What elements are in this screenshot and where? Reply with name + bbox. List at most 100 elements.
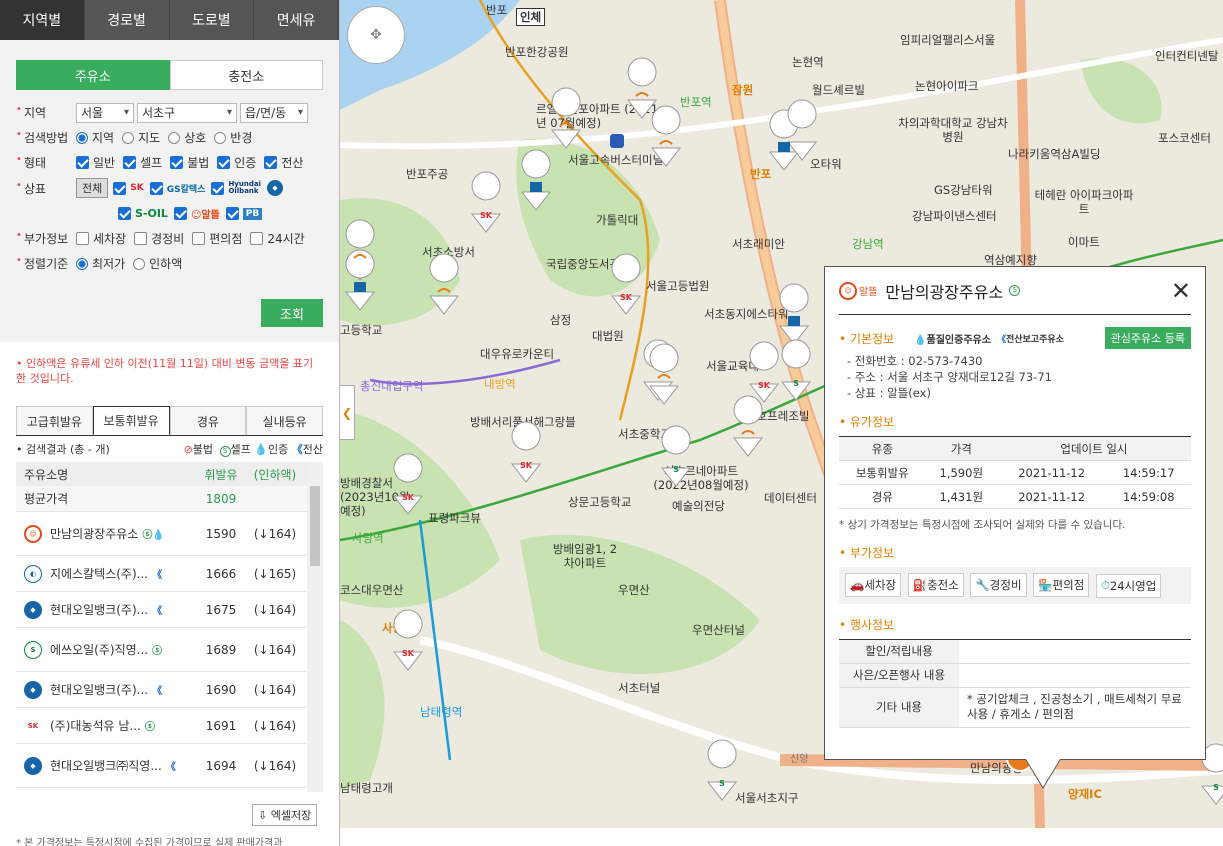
type-illegal[interactable]: 불법 [170, 154, 209, 171]
station-name: 현대오일뱅크(주)... [50, 603, 149, 617]
wrench-icon: 🔧 [975, 578, 990, 592]
tab-regular[interactable]: 보통휘발유 [92, 406, 170, 435]
table-row[interactable]: ◆ 현대오일뱅크㈜직영... 《 1694 (↓164) [16, 744, 323, 788]
close-icon[interactable]: ✕ [1171, 279, 1191, 303]
extra-store[interactable]: 편의점 [192, 230, 242, 247]
excel-icon: ⇩ [258, 809, 268, 822]
soil-logo: S-OIL [135, 207, 168, 220]
price-tabs: 고급휘발유 보통휘발유 경유 실내등유 [16, 406, 323, 436]
table-row[interactable]: ◆현대오일뱅크(주)...《1695(↓164) [16, 788, 323, 792]
search-method-row: 검색방법 지역 지도 상호 반경 [16, 125, 323, 150]
scroll-thumb[interactable] [310, 486, 320, 566]
sort-text: 인하액 [149, 257, 183, 271]
sido-select[interactable]: 서울 [76, 102, 134, 123]
tab-gas-station[interactable]: 주유소 [16, 60, 170, 90]
method-radius[interactable]: 반경 [214, 129, 252, 146]
brand-soil-checkbox[interactable] [118, 207, 131, 220]
extra-24h[interactable]: 24시간 [250, 230, 305, 247]
tab-charging-station[interactable]: 충전소 [169, 60, 323, 90]
type-label: 형태 [16, 154, 76, 171]
table-row[interactable]: ◆ 현대오일뱅크(주)... 《 1690 (↓164) [16, 672, 323, 708]
method-region[interactable]: 지역 [76, 129, 114, 146]
brand-all-button[interactable]: 전체 [76, 178, 109, 198]
method-name[interactable]: 상호 [168, 129, 206, 146]
table-row[interactable]: ◐ 지에스칼텍스(주)... 《 1666 (↓165) [16, 556, 323, 592]
search-button[interactable]: 조회 [261, 299, 323, 327]
popup-brand: 알뜰 [859, 287, 878, 298]
extra-info-title: 부가정보 [849, 546, 895, 560]
brand-alddul-checkbox[interactable] [173, 207, 187, 220]
brand-sk-checkbox[interactable] [113, 181, 127, 195]
station-flag-icon: 《 [152, 606, 163, 617]
amenity-label: 세차장 [864, 578, 897, 592]
tab-route[interactable]: 경로별 [84, 0, 170, 40]
table-row[interactable]: ☺ 만남의광장주유소 ⓢ💧 1590 (↓164) [16, 512, 323, 556]
method-map[interactable]: 지도 [122, 129, 160, 146]
svg-text:S: S [793, 379, 799, 388]
tab-kerosene[interactable]: 실내등유 [246, 406, 323, 435]
type-computerized[interactable]: 전산 [264, 154, 303, 171]
method-label: 지역 [92, 131, 115, 145]
oil-time: 14:59:17 [1106, 460, 1191, 485]
oil-date: 2021-11-12 [996, 460, 1107, 485]
tab-taxfree[interactable]: 면세유 [254, 0, 339, 40]
legend-label: 인증 [268, 443, 289, 456]
station-diff: (↓164) [253, 682, 297, 697]
svg-text:SK: SK [620, 293, 633, 302]
station-name-cell: ◐ 지에스칼텍스(주)... 《 [16, 564, 198, 583]
type-normal[interactable]: 일반 [76, 154, 115, 171]
sigungu-value: 서초구 [142, 106, 176, 120]
type-row: 형태 일반 셀프 불법 인증 전산 [16, 150, 323, 175]
badge-label: 전산보고주유소 [1005, 334, 1064, 345]
table-scrollbar[interactable] [307, 462, 323, 792]
method-label: 상호 [184, 131, 207, 145]
table-row[interactable]: ◆ 현대오일뱅크(주)... 《 1675 (↓164) [16, 592, 323, 628]
station-flag-icon: 《 [152, 570, 163, 581]
table-row[interactable]: SK (주)대농석유 남... ⓢ 1691 (↓164) [16, 708, 323, 744]
sort-discount[interactable]: 인하액 [133, 255, 182, 272]
sigungu-select[interactable]: 서초구 [137, 102, 237, 123]
oil-col-date: 업데이트 일시 [996, 436, 1191, 461]
type-certified[interactable]: 인증 [217, 154, 256, 171]
brand-gs-checkbox[interactable] [149, 181, 163, 195]
tab-region[interactable]: 지역별 [0, 0, 85, 40]
event-value [959, 663, 1191, 688]
extra-maintenance[interactable]: 경정비 [134, 230, 184, 247]
tab-premium[interactable]: 고급휘발유 [16, 406, 93, 435]
self-icon: S [1009, 285, 1021, 296]
extra-carwash[interactable]: 세차장 [76, 230, 126, 247]
oil-price: 1,431원 [925, 484, 997, 509]
svg-text:SK: SK [402, 649, 415, 658]
computerized-icon: 《 [996, 334, 1006, 345]
brand-icon: S [24, 640, 42, 659]
phone: - 전화번호 : 02-573-7430 [847, 354, 983, 368]
legend-icons: ⊘불법 S 셀프 💧인증 《전산 [184, 441, 323, 457]
hyundai-icon: ◆ [266, 180, 283, 196]
certified-icon: 💧 [254, 443, 268, 456]
oil-row: 경유 1,431원 2021-11-12 14:59:08 [839, 484, 1191, 509]
extra-text: 편의점 [209, 232, 243, 246]
sort-lowest[interactable]: 최저가 [76, 255, 125, 272]
brand-hd-checkbox[interactable] [211, 181, 225, 195]
brand-icon: ◆ [24, 680, 42, 699]
brand-line: - 상표 : 알뜰(ex) [847, 386, 931, 400]
favorite-button[interactable]: 관심주유소 등록 [1104, 327, 1191, 349]
brand-pb-checkbox[interactable] [225, 207, 239, 220]
type-self[interactable]: 셀프 [123, 154, 162, 171]
station-popup: ☺ 알뜰 만남의광장주유소 S ✕ • 기본정보 💧품질인증주유소 《전산보고주… [824, 266, 1206, 789]
collapse-panel-button[interactable]: ❮ [340, 385, 355, 440]
dong-select[interactable]: 읍/면/동 [240, 102, 308, 123]
excel-button[interactable]: ⇩ 엑셀저장 [252, 804, 318, 826]
oil-type: 경유 [839, 484, 926, 509]
extra-text: 경정비 [151, 232, 185, 246]
brand-row-2: S-OIL ☺알뜰 PB [16, 201, 323, 226]
sk-logo: SK [130, 183, 144, 193]
event-label: 사은/오픈행사 내용 [839, 663, 959, 688]
tab-road[interactable]: 도로별 [169, 0, 255, 40]
alddul-logo-icon: ☺ [839, 281, 857, 300]
table-row[interactable]: S 에쓰오일(주)직영... ⓢ 1689 (↓164) [16, 628, 323, 672]
address: - 주소 : 서울 서초구 양재대로12길 73-71 [847, 370, 1052, 384]
top-tabs: 지역별 경로별 도로별 면세유 [0, 0, 339, 40]
chevron-left-icon: ❮ [341, 405, 353, 420]
tab-diesel[interactable]: 경유 [169, 406, 247, 435]
